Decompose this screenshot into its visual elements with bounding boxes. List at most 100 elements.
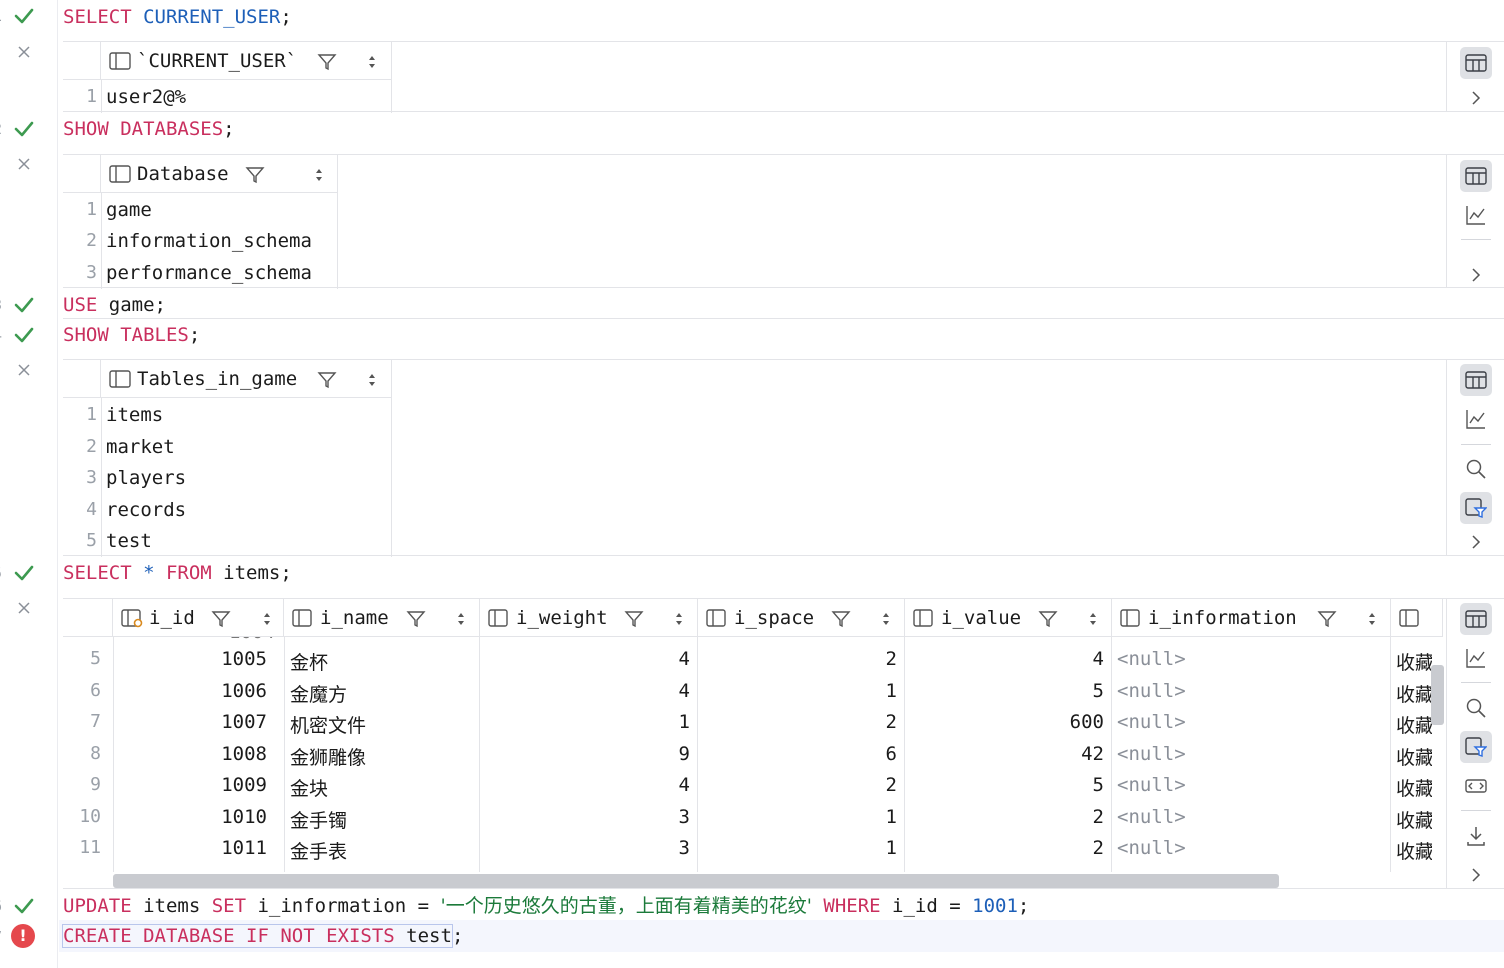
sql-statement-7[interactable]: CREATE DATABASE IF NOT EXISTS test; [62,921,463,951]
sql-statement-5[interactable]: SELECT * FROM items; [63,558,292,588]
filter-icon[interactable] [1317,609,1337,629]
table-cell[interactable]: records [106,499,186,521]
table-cell-i_information[interactable]: <null> [1117,774,1186,796]
table-cell-i_space[interactable]: 1 [886,806,897,828]
table-cell[interactable]: game [106,199,152,221]
table-cell-i_value[interactable]: 5 [1093,774,1104,796]
table-cell-i_name[interactable]: 金手表 [290,837,347,864]
chart-button[interactable] [1460,642,1492,674]
expand-button[interactable] [1460,859,1492,888]
column-header[interactable]: Database [101,155,338,193]
table-cell[interactable]: performance_schema [106,262,312,284]
table-cell-i_name[interactable]: 金魔方 [290,680,347,707]
transpose-button[interactable] [1460,770,1492,802]
table-cell-i_weight[interactable]: 3 [679,806,690,828]
table-cell-i_id[interactable]: 1006 [221,680,267,702]
table-cell[interactable]: players [106,467,186,489]
table-cell[interactable]: information_schema [106,230,312,252]
close-icon[interactable] [15,43,33,61]
close-icon[interactable] [15,599,33,617]
column-header[interactable]: Tables_in_game [101,360,392,398]
table-cell-i_space[interactable]: 1 [886,837,897,859]
table-cell-i_space[interactable]: 6 [886,743,897,765]
sql-statement-3[interactable]: USE game; [63,290,166,320]
table-cell-i_weight[interactable]: 4 [679,774,690,796]
filter-icon[interactable] [831,609,851,629]
search-button[interactable] [1460,453,1492,485]
sort-icon[interactable] [366,54,378,70]
sql-statement-6[interactable]: UPDATE items SET i_information = '一个历史悠久… [63,891,1029,921]
table-cell[interactable]: market [106,436,175,458]
table-view-button[interactable] [1460,47,1492,79]
chart-button[interactable] [1460,199,1492,231]
table-cell-more[interactable]: 收藏 [1396,837,1432,864]
table-view-button[interactable] [1460,603,1492,635]
table-cell-i_information[interactable]: <null> [1117,743,1186,765]
filter-icon[interactable] [317,52,337,72]
chart-button[interactable] [1460,403,1492,435]
table-cell-i_name[interactable]: 金狮雕像 [290,743,366,770]
table-cell-i_space[interactable]: 1 [886,680,897,702]
table-cell-i_weight[interactable]: 1 [679,711,690,733]
expand-button[interactable] [1460,259,1492,291]
table-view-button[interactable] [1460,160,1492,192]
sort-icon[interactable] [313,167,325,183]
vertical-scrollbar[interactable] [1431,665,1444,725]
table-cell-more[interactable]: 收藏 [1396,806,1432,833]
table-cell-i_name[interactable]: 金块 [290,774,328,801]
filter-icon[interactable] [1038,609,1058,629]
close-icon[interactable] [15,155,33,173]
sql-statement-2[interactable]: SHOW DATABASES; [63,114,235,144]
column-header[interactable]: `CURRENT_USER` [101,42,392,80]
table-cell-i_space[interactable]: 2 [886,774,897,796]
filter-icon[interactable] [211,609,231,629]
sort-icon[interactable] [261,611,273,627]
column-header-i_information[interactable]: i_information [1112,599,1391,637]
error-icon[interactable]: ! [11,924,35,948]
table-cell-i_weight[interactable]: 9 [679,743,690,765]
sort-icon[interactable] [366,372,378,388]
search-button[interactable] [1460,692,1492,724]
sort-icon[interactable] [673,611,685,627]
table-cell[interactable]: test [106,530,152,552]
table-cell-i_id[interactable]: 1009 [221,774,267,796]
column-header-i_id[interactable]: i_id [113,599,284,637]
table-cell-more[interactable]: 收藏 [1396,680,1432,707]
sort-icon[interactable] [1366,611,1378,627]
table-cell-i_information[interactable]: <null> [1117,680,1186,702]
filter-icon[interactable] [245,165,265,185]
column-header-i_value[interactable]: i_value [905,599,1112,637]
sql-statement-1[interactable]: SELECT CURRENT_USER; [63,2,292,32]
sort-icon[interactable] [880,611,892,627]
table-cell-i_space[interactable]: 2 [886,711,897,733]
table-cell[interactable]: items [106,404,163,426]
sql-statement-4[interactable]: SHOW TABLES; [63,320,200,350]
close-icon[interactable] [15,361,33,379]
horizontal-scrollbar[interactable] [113,874,1279,888]
table-cell-i_value[interactable]: 2 [1093,837,1104,859]
table-cell-i_space[interactable]: 2 [886,648,897,670]
table-cell-i_weight[interactable]: 3 [679,837,690,859]
table-cell-i_value[interactable]: 42 [1081,743,1104,765]
sort-icon[interactable] [455,611,467,627]
table-cell-i_name[interactable]: 金杯 [290,648,328,675]
table-cell-more[interactable]: 收藏 [1396,648,1432,675]
table-cell-i_id[interactable]: 1011 [221,837,267,859]
table-cell-i_information[interactable]: <null> [1117,806,1186,828]
filter-icon[interactable] [406,609,426,629]
table-cell-i_value[interactable]: 4 [1093,648,1104,670]
table-cell-i_value[interactable]: 2 [1093,806,1104,828]
table-cell-i_id[interactable]: 1008 [221,743,267,765]
export-button[interactable] [1460,820,1492,852]
table-cell-more[interactable]: 收藏 [1396,743,1432,770]
table-cell-more[interactable]: 收藏 [1396,711,1432,738]
expand-button[interactable] [1460,82,1492,114]
column-header-i_weight[interactable]: i_weight [480,599,698,637]
table-cell-i_information[interactable]: <null> [1117,711,1186,733]
table-cell-i_name[interactable]: 金手镯 [290,806,347,833]
table-cell-i_weight[interactable]: 4 [679,648,690,670]
table-cell-i_id[interactable]: 1005 [221,648,267,670]
table-cell-i_information[interactable]: <null> [1117,837,1186,859]
table-cell-more[interactable]: 收藏 [1396,774,1432,801]
column-header-i_name[interactable]: i_name [284,599,480,637]
